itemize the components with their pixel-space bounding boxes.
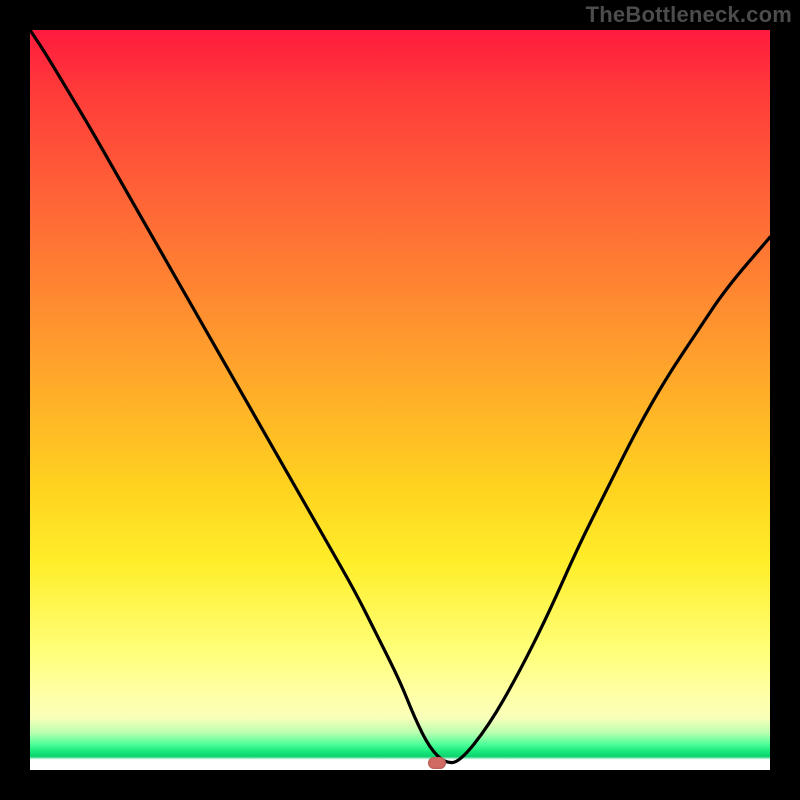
optimal-marker <box>428 757 446 769</box>
curve-path <box>30 30 770 763</box>
watermark-text: TheBottleneck.com <box>586 2 792 28</box>
bottleneck-curve <box>30 30 770 770</box>
chart-frame: TheBottleneck.com <box>0 0 800 800</box>
plot-area <box>30 30 770 770</box>
